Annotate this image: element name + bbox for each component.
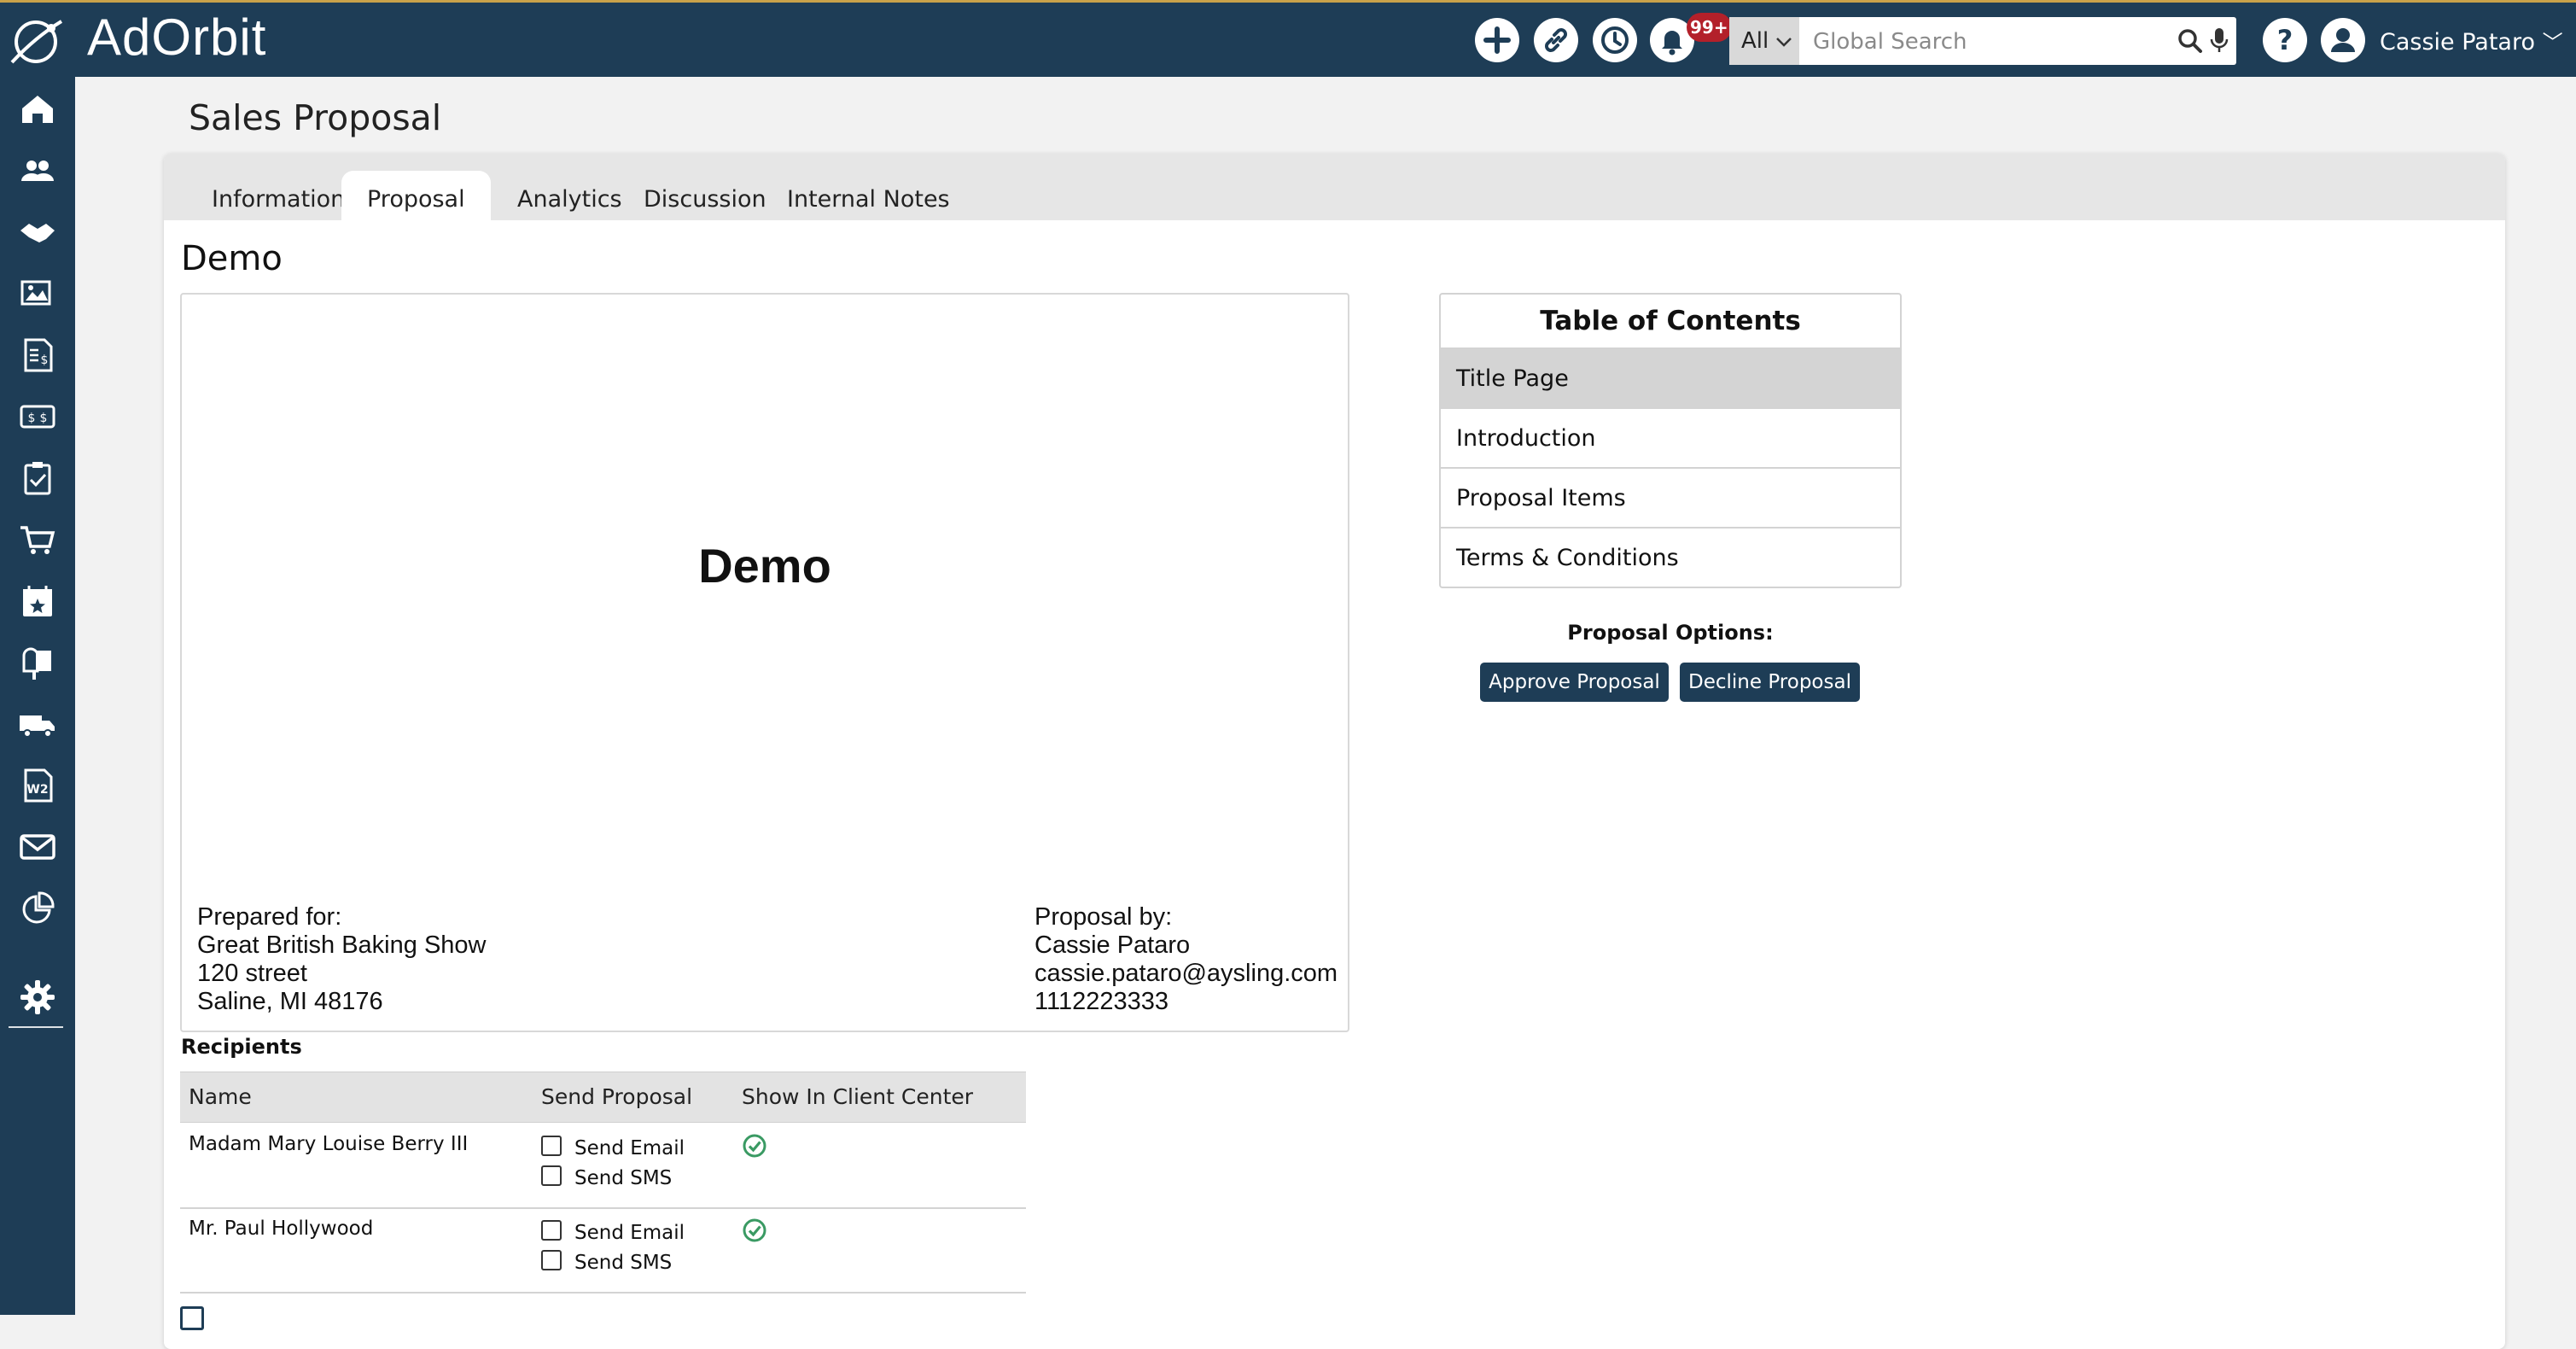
w2-form-icon[interactable]: W2 bbox=[17, 765, 58, 806]
rep-phone: 1112223333 bbox=[1034, 988, 1169, 1015]
gear-icon[interactable] bbox=[17, 977, 58, 1018]
send-email-label: Send Email bbox=[574, 1222, 685, 1244]
proposal-by-label: Proposal by: bbox=[1034, 903, 1173, 931]
top-bar: AdOrbit 99+ All ? Cassie Pataro ﹀ bbox=[0, 0, 2576, 77]
recipient-name: Madam Mary Louise Berry III bbox=[189, 1133, 469, 1155]
send-sms-checkbox[interactable] bbox=[541, 1250, 562, 1270]
rep-email: cassie.pataro@aysling.com bbox=[1034, 960, 1338, 987]
column-header-send-proposal: Send Proposal bbox=[541, 1084, 693, 1109]
global-search-input[interactable] bbox=[1811, 17, 2173, 67]
handshake-icon[interactable] bbox=[17, 212, 58, 253]
send-sms-label: Send SMS bbox=[574, 1252, 673, 1274]
svg-text:?: ? bbox=[2277, 24, 2293, 56]
preview-title: Demo bbox=[698, 539, 831, 593]
toc-title: Table of Contents bbox=[1540, 306, 1801, 336]
billing-icon[interactable]: $ $ bbox=[17, 396, 58, 437]
left-navigation: $ $ $ W2 bbox=[0, 77, 75, 1315]
client-center-check-icon[interactable] bbox=[742, 1218, 767, 1243]
mail-icon[interactable] bbox=[17, 826, 58, 867]
user-avatar-icon[interactable] bbox=[2321, 18, 2365, 62]
adorbit-logo-icon[interactable] bbox=[7, 15, 67, 69]
brand-wordmark: AdOrbit bbox=[87, 8, 266, 67]
svg-text:$: $ bbox=[40, 412, 48, 425]
client-city: Saline, MI 48176 bbox=[197, 988, 383, 1015]
microphone-icon[interactable] bbox=[2207, 26, 2231, 56]
table-of-contents: Table of Contents Title Page Introductio… bbox=[1439, 293, 1902, 588]
proposal-document-name: Demo bbox=[181, 239, 283, 278]
table-row: Mr. Paul Hollywood Send Email Send SMS bbox=[180, 1207, 1026, 1294]
svg-text:$: $ bbox=[41, 353, 49, 367]
calendar-star-icon[interactable] bbox=[17, 581, 58, 622]
search-scope-select[interactable]: All bbox=[1729, 17, 1799, 65]
users-icon[interactable] bbox=[17, 150, 58, 191]
tab-proposal[interactable]: Proposal bbox=[341, 171, 491, 220]
truck-icon[interactable] bbox=[17, 704, 58, 745]
page-title: Sales Proposal bbox=[189, 97, 442, 138]
nav-divider bbox=[9, 1026, 63, 1028]
chevron-down-icon: ﹀ bbox=[2542, 31, 2563, 55]
recipient-name: Mr. Paul Hollywood bbox=[189, 1218, 374, 1240]
rep-name: Cassie Pataro bbox=[1034, 931, 1191, 959]
notifications-badge: 99+ bbox=[1687, 13, 1732, 42]
column-header-show-in-client-center: Show In Client Center bbox=[742, 1084, 974, 1109]
clipboard-check-icon[interactable] bbox=[17, 458, 58, 499]
global-search: All bbox=[1729, 17, 2236, 67]
toc-item-proposal-items[interactable]: Proposal Items bbox=[1441, 467, 1900, 527]
mailbox-icon[interactable] bbox=[17, 642, 58, 683]
brand-text-left: Ad bbox=[87, 9, 152, 66]
proposal-options-label: Proposal Options: bbox=[1567, 621, 1774, 645]
toc-item-title-page[interactable]: Title Page bbox=[1441, 347, 1900, 407]
send-email-label: Send Email bbox=[574, 1137, 685, 1159]
proposal-by-block: Proposal by: Cassie Pataro cassie.pataro… bbox=[1034, 903, 1338, 1016]
invoice-icon[interactable]: $ bbox=[17, 335, 58, 376]
client-company: Great British Baking Show bbox=[197, 931, 487, 959]
approve-proposal-button[interactable]: Approve Proposal bbox=[1480, 663, 1669, 702]
tab-bar: Information Proposal Analytics Discussio… bbox=[164, 154, 2505, 220]
brand-text-o: O bbox=[151, 9, 193, 66]
brand-text-right: rbit bbox=[192, 9, 267, 66]
svg-text:W2: W2 bbox=[26, 783, 48, 797]
recipients-label: Recipients bbox=[181, 1035, 302, 1059]
send-sms-label: Send SMS bbox=[574, 1167, 673, 1189]
toc-item-introduction[interactable]: Introduction bbox=[1441, 407, 1900, 467]
media-icon[interactable] bbox=[17, 273, 58, 314]
user-name: Cassie Pataro bbox=[2380, 29, 2535, 55]
decline-proposal-button[interactable]: Decline Proposal bbox=[1680, 663, 1860, 702]
send-sms-checkbox[interactable] bbox=[541, 1165, 562, 1186]
history-icon[interactable] bbox=[1593, 18, 1637, 62]
user-menu[interactable]: Cassie Pataro ﹀ bbox=[2380, 26, 2563, 55]
partial-checkbox[interactable] bbox=[180, 1306, 204, 1330]
search-scope-value: All bbox=[1741, 28, 1769, 54]
client-street: 120 street bbox=[197, 960, 307, 987]
client-center-check-icon[interactable] bbox=[742, 1133, 767, 1159]
chevron-down-icon bbox=[1776, 38, 1792, 47]
prepared-for-block: Prepared for: Great British Baking Show … bbox=[197, 903, 486, 1016]
send-email-checkbox[interactable] bbox=[541, 1220, 562, 1241]
proposal-preview: Demo Prepared for: Great British Baking … bbox=[180, 293, 1349, 1032]
send-email-checkbox[interactable] bbox=[541, 1136, 562, 1156]
tab-internal-notes[interactable]: Internal Notes bbox=[761, 171, 976, 220]
toc-item-terms-conditions[interactable]: Terms & Conditions bbox=[1441, 527, 1900, 587]
cart-icon[interactable] bbox=[17, 519, 58, 560]
recipients-table-header: Name Send Proposal Show In Client Center bbox=[180, 1072, 1026, 1123]
search-icon[interactable] bbox=[2175, 26, 2206, 56]
home-icon[interactable] bbox=[17, 89, 58, 130]
table-row: Madam Mary Louise Berry III Send Email S… bbox=[180, 1123, 1026, 1209]
svg-text:$: $ bbox=[28, 412, 36, 425]
prepared-for-label: Prepared for: bbox=[197, 903, 342, 931]
column-header-name: Name bbox=[189, 1084, 252, 1109]
link-icon[interactable] bbox=[1534, 18, 1578, 62]
add-icon[interactable] bbox=[1475, 18, 1519, 62]
pie-chart-icon[interactable] bbox=[17, 888, 58, 929]
help-icon[interactable]: ? bbox=[2263, 18, 2307, 62]
